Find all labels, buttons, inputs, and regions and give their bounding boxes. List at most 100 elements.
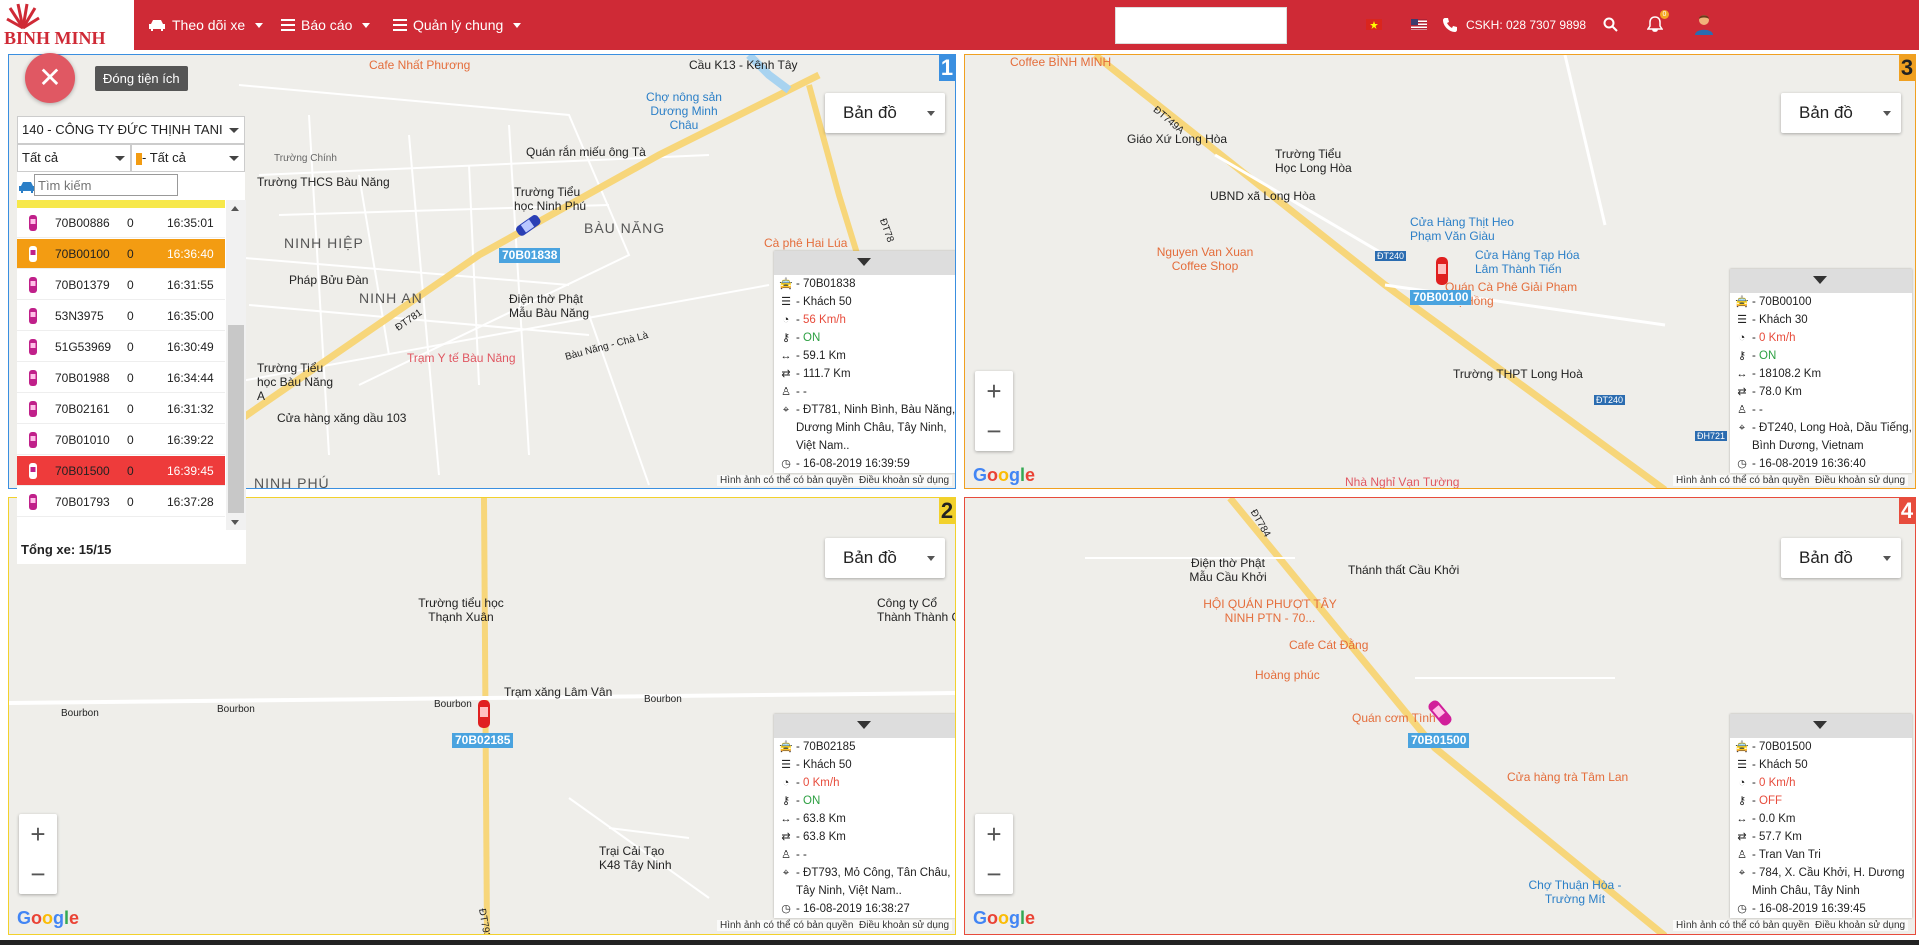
vehicle-label[interactable]: 70B01500 (1408, 733, 1470, 748)
map-panel-3[interactable]: Coffee BÌNH MINH ĐT749A Giáo Xứ Long Hòa… (964, 54, 1916, 489)
map-terms[interactable]: Hình ảnh có thể có bản quyền Điều khoản … (717, 475, 953, 486)
list-icon (393, 19, 407, 31)
nav-label: Theo dõi xe (172, 17, 246, 33)
vehicle-label[interactable]: 70B01838 (499, 248, 561, 263)
zoom-out-button[interactable]: − (975, 854, 1013, 894)
vehicle-list-row[interactable]: 70B01988 0 16:34:44 (17, 363, 225, 393)
map-label: UBND xã Long Hòa (1210, 189, 1316, 203)
vehicle-label[interactable]: 70B00100 (1410, 290, 1472, 305)
chevron-down-icon (1813, 276, 1827, 284)
avatar[interactable] (1694, 13, 1714, 35)
nav-label: Báo cáo (301, 17, 353, 33)
vehicle-list-row[interactable]: 70B00100 0 16:36:40 (17, 239, 225, 269)
vehicle-list-row[interactable]: 53N3975 0 16:35:00 (17, 301, 225, 331)
bottom-border (0, 940, 1919, 945)
vehicle-list-row[interactable]: 51G53969 0 16:30:49 (17, 332, 225, 362)
vehicle-plate: 51G53969 (55, 340, 112, 354)
bell-icon[interactable] (1647, 16, 1663, 33)
vehicle-total: Tổng xe: 15/15 (17, 536, 246, 564)
close-widget-button[interactable]: ✕ (25, 53, 75, 103)
map-type-select[interactable]: Bản đồ (1781, 93, 1901, 133)
list-scrollbar[interactable] (226, 200, 246, 530)
map-label: BÀU NĂNG (584, 220, 666, 236)
info-plate: - 70B01500 (1752, 741, 1812, 753)
notification-badge: 0 (1660, 10, 1669, 19)
filter-select-1[interactable]: Tất cả (17, 144, 131, 172)
vehicle-label[interactable]: 70B02185 (452, 733, 514, 748)
info-collapse-toggle[interactable] (1730, 714, 1912, 738)
speedometer-icon: ◔ (1738, 332, 1746, 344)
map-terms[interactable]: Hình ảnh có thể có bản quyền Điều khoản … (717, 920, 953, 931)
vehicle-time: 16:31:32 (167, 402, 214, 416)
us-flag-icon[interactable] (1411, 19, 1427, 30)
scroll-up-icon[interactable] (231, 206, 239, 211)
vehicle-time: 16:36:40 (167, 247, 214, 261)
car-icon: 🚖 (1735, 741, 1749, 753)
map-label: Cửa Hàng Tạp Hóa Lâm Thành Tiến (1475, 248, 1580, 276)
vehicle-list-row[interactable]: 70B01500 0 16:39:45 (17, 456, 225, 486)
zoom-in-button[interactable]: + (19, 814, 57, 854)
map-type-select[interactable]: Bản đồ (825, 93, 945, 133)
key-icon: ⚷ (781, 795, 791, 807)
map-terms[interactable]: Hình ảnh có thể có bản quyền Điều khoản … (1673, 920, 1909, 931)
company-select[interactable]: 140 - CÔNG TY ĐỨC THỊNH TANI (17, 116, 245, 144)
map-label: Trường THPT Long Hoà (1453, 367, 1583, 381)
map-panel-4[interactable]: ĐT784 Điện thờ Phật Mẫu Cầu Khởi Thánh t… (964, 497, 1916, 935)
chevron-down-icon (255, 22, 264, 28)
map-terms[interactable]: Hình ảnh có thể có bản quyền Điều khoản … (1673, 475, 1909, 486)
chevron-down-icon (229, 156, 239, 161)
vehicle-plate: 70B00886 (55, 216, 110, 230)
info-passengers: - Khách 50 (796, 759, 852, 771)
info-collapse-toggle[interactable] (774, 251, 955, 275)
zoom-in-button[interactable]: + (975, 371, 1013, 411)
logo-text: BINH MINH (4, 28, 106, 48)
map-type-select[interactable]: Bản đồ (1781, 538, 1901, 578)
search-icon[interactable] (1603, 17, 1618, 32)
info-address: - 784, X. Cầu Khởi, H. Dương Minh Châu, … (1752, 867, 1905, 897)
distance-icon: ↔ (1736, 368, 1748, 380)
vehicle-list-row[interactable]: 70B01793 0 16:37:28 (17, 487, 225, 517)
zoom-out-button[interactable]: − (19, 854, 57, 894)
zoom-in-button[interactable]: + (975, 814, 1013, 854)
vehicle-list: 70B00886 0 16:35:01 70B00100 0 16:36:40 70B013… (17, 200, 246, 536)
info-driver: - - (796, 849, 807, 861)
vehicle-time: 16:35:01 (167, 216, 214, 230)
vehicle-marker[interactable] (512, 213, 544, 237)
exchange-icon: ⇄ (781, 368, 791, 380)
panel-number: 4 (1899, 498, 1915, 524)
exchange-icon: ⇄ (1737, 831, 1747, 843)
vehicle-speed: 0 (127, 247, 134, 261)
location-pin-icon: ⌖ (782, 404, 790, 416)
scroll-down-icon[interactable] (231, 520, 239, 525)
car-icon (29, 494, 37, 510)
vehicle-search-input[interactable] (34, 174, 178, 196)
brand-logo[interactable]: BINH MINH (0, 0, 134, 50)
scroll-thumb[interactable] (228, 325, 244, 513)
nav-quan-ly-chung[interactable]: Quản lý chung (393, 0, 522, 50)
hotline[interactable]: CSKH: 028 7307 9898 (1442, 0, 1586, 50)
vehicle-list-row[interactable]: 70B01379 0 16:31:55 (17, 270, 225, 300)
map-type-select[interactable]: Bản đồ (825, 538, 945, 578)
info-collapse-toggle[interactable] (774, 714, 955, 738)
nav-bao-cao[interactable]: Báo cáo (281, 0, 371, 50)
close-widget-tooltip: Đóng tiện ích (95, 66, 188, 91)
car-icon (29, 215, 37, 231)
vehicle-plate: 70B01988 (55, 371, 110, 385)
info-distance1: - 0.0 Km (1752, 813, 1796, 825)
nav-theo-doi-xe[interactable]: Theo dõi xe (148, 0, 264, 50)
vietnam-flag-icon[interactable] (1366, 19, 1382, 30)
info-passengers: - Khách 50 (796, 296, 852, 308)
vehicle-marker[interactable] (1433, 255, 1451, 287)
zoom-out-button[interactable]: − (975, 411, 1013, 451)
vehicle-marker[interactable] (1425, 698, 1455, 728)
filter-select-2[interactable]: - Tất cả (131, 144, 245, 172)
info-collapse-toggle[interactable] (1730, 269, 1912, 293)
distance-icon: ↔ (780, 350, 792, 362)
car-icon (29, 463, 37, 479)
vehicle-list-row[interactable]: 70B01010 0 16:39:22 (17, 425, 225, 455)
header-search-input[interactable] (1115, 7, 1287, 44)
vehicle-list-row[interactable]: 70B02161 0 16:31:32 (17, 394, 225, 424)
vehicle-marker[interactable] (475, 698, 493, 730)
vehicle-list-row[interactable]: 70B00886 0 16:35:01 (17, 208, 225, 238)
vehicle-speed: 0 (127, 216, 134, 230)
